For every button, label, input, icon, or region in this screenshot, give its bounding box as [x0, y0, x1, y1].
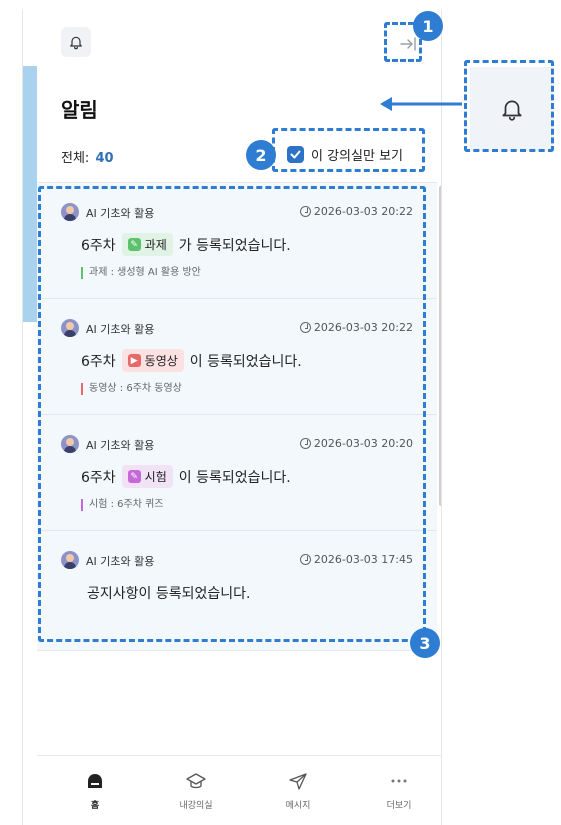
- screenshot-stage: 알림 전체: 40 이 강의실만 보기 AI 기초와 활용 2026-03-03…: [0, 0, 561, 825]
- total-count: 전체: 40: [61, 147, 114, 166]
- annotation-badge-3: 3: [410, 628, 440, 658]
- graduation-cap-icon: [186, 773, 206, 789]
- annotation-badge-2: 2: [246, 140, 276, 170]
- highlight-bell-callout: [464, 60, 554, 152]
- pointer-arrow: [380, 97, 462, 111]
- tab-label: 홈: [90, 801, 100, 811]
- list-scrollbar[interactable]: [439, 186, 441, 506]
- background-page-strip: [23, 66, 37, 322]
- total-label: 전체:: [61, 151, 90, 166]
- tab-label: 더보기: [386, 801, 412, 811]
- tab-message[interactable]: 메시지: [263, 770, 333, 811]
- tab-classroom[interactable]: 내강의실: [161, 770, 231, 811]
- tab-more[interactable]: 더보기: [364, 770, 434, 811]
- bottom-tab-bar: 홈 내강의실 메시지 더보기: [37, 755, 441, 825]
- page-title: 알림: [61, 98, 98, 122]
- home-icon: [88, 774, 102, 788]
- tab-label: 메시지: [285, 801, 311, 811]
- highlight-notification-list: [38, 186, 426, 642]
- send-icon: [289, 773, 307, 790]
- bell-icon: [70, 36, 82, 50]
- total-number: 40: [95, 151, 114, 166]
- highlight-filter: [272, 128, 425, 172]
- bell-button[interactable]: [61, 27, 91, 57]
- panel-top-bar: [37, 10, 441, 70]
- tab-home[interactable]: 홈: [60, 770, 130, 811]
- annotation-badge-1: 1: [413, 11, 443, 41]
- more-icon: [391, 779, 407, 783]
- tab-label: 내강의실: [179, 801, 213, 811]
